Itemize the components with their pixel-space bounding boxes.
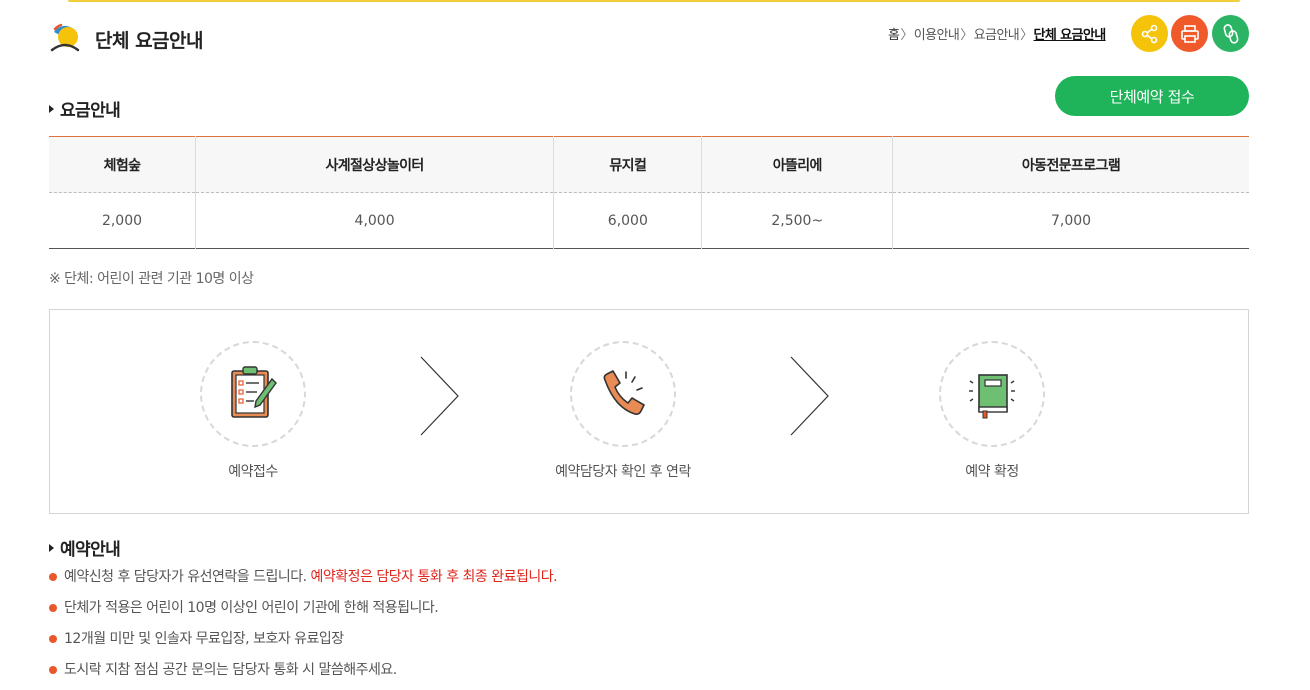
book-icon (969, 374, 1015, 419)
group-note: ※ 단체: 어린이 관련 기관 10명 이상 (49, 271, 254, 287)
breadcrumb-current[interactable]: 단체 요금안내 (1034, 28, 1107, 43)
fee-table: 체험숲 사계절상상놀이터 뮤지컬 아뜰리에 아동전문프로그램 2,000 4,0… (49, 136, 1249, 249)
breadcrumb-fees[interactable]: 요금안내 (974, 28, 1020, 43)
table-header-row: 체험숲 사계절상상놀이터 뮤지컬 아뜰리에 아동전문프로그램 (49, 136, 1249, 193)
table-row: 2,000 4,000 6,000 2,500~ 7,000 (49, 192, 1249, 249)
guide-list: 예약신청 후 담당자가 유선연락을 드립니다. 예약확정은 담당자 통화 후 최… (49, 566, 558, 690)
step-icon-circle (939, 341, 1045, 447)
page-title: 단체 요금안내 (95, 30, 204, 52)
copy-link-button[interactable] (1212, 15, 1249, 52)
list-item: 단체가 적용은 어린이 10명 이상인 어린이 기관에 한해 적용됩니다. (49, 597, 557, 628)
column-header: 아뜰리에 (701, 136, 894, 193)
share-button[interactable] (1131, 15, 1168, 52)
phone-icon (603, 370, 645, 415)
printer-icon (1180, 24, 1199, 43)
chevron-right-icon (790, 356, 829, 436)
column-header: 체험숲 (49, 136, 196, 193)
price-cell: 6,000 (553, 192, 703, 249)
link-icon (1223, 23, 1238, 44)
breadcrumb-usage[interactable]: 이용안내 (914, 28, 960, 43)
triangle-bullet-icon (49, 104, 54, 113)
step-label: 예약 확정 (965, 464, 1019, 480)
reservation-process: 예약접수 예약담당자 확인 후 연락 예약 확정 (49, 309, 1249, 514)
list-item: 예약신청 후 담당자가 유선연락을 드립니다. 예약확정은 담당자 통화 후 최… (49, 566, 558, 597)
bullet-dot-icon (49, 573, 57, 581)
print-button[interactable] (1171, 15, 1208, 52)
list-item: 도시락 지참 점심 공간 문의는 담당자 통화 시 말씀해주세요. (49, 659, 557, 690)
step-label: 예약담당자 확인 후 연락 (555, 464, 691, 480)
bullet-dot-icon (49, 635, 57, 643)
step-icon-circle (200, 341, 306, 447)
chevron-right-icon (420, 356, 459, 436)
highlight-text: 예약확정은 담당자 통화 후 최종 완료됩니다. (310, 569, 558, 585)
column-header: 뮤지컬 (553, 136, 703, 193)
share-icon (1141, 24, 1157, 43)
guide-section-title: 예약안내 (49, 535, 121, 560)
top-accent-line (68, 0, 1240, 2)
bullet-dot-icon (49, 604, 57, 612)
fee-section-title: 요금안내 (49, 96, 121, 121)
price-cell: 2,500~ (701, 192, 894, 249)
price-cell: 2,000 (49, 192, 196, 249)
column-header: 아동전문프로그램 (892, 136, 1249, 193)
breadcrumb: 홈〉이용안내〉요금안내〉단체 요금안내 (888, 28, 1107, 43)
triangle-bullet-icon (49, 543, 54, 552)
group-reservation-button[interactable]: 단체예약 접수 (1055, 76, 1249, 116)
clipboard-icon (231, 366, 277, 418)
list-item: 12개월 미만 및 인솔자 무료입장, 보호자 유료입장 (49, 628, 557, 659)
column-header: 사계절상상놀이터 (195, 136, 555, 193)
step-label: 예약접수 (228, 464, 278, 480)
bullet-dot-icon (49, 666, 57, 674)
price-cell: 7,000 (1050, 212, 1092, 229)
breadcrumb-home[interactable]: 홈 (888, 28, 900, 43)
step-icon-circle (570, 341, 676, 447)
price-cell: 4,000 (195, 192, 555, 249)
logo-icon (50, 23, 80, 52)
